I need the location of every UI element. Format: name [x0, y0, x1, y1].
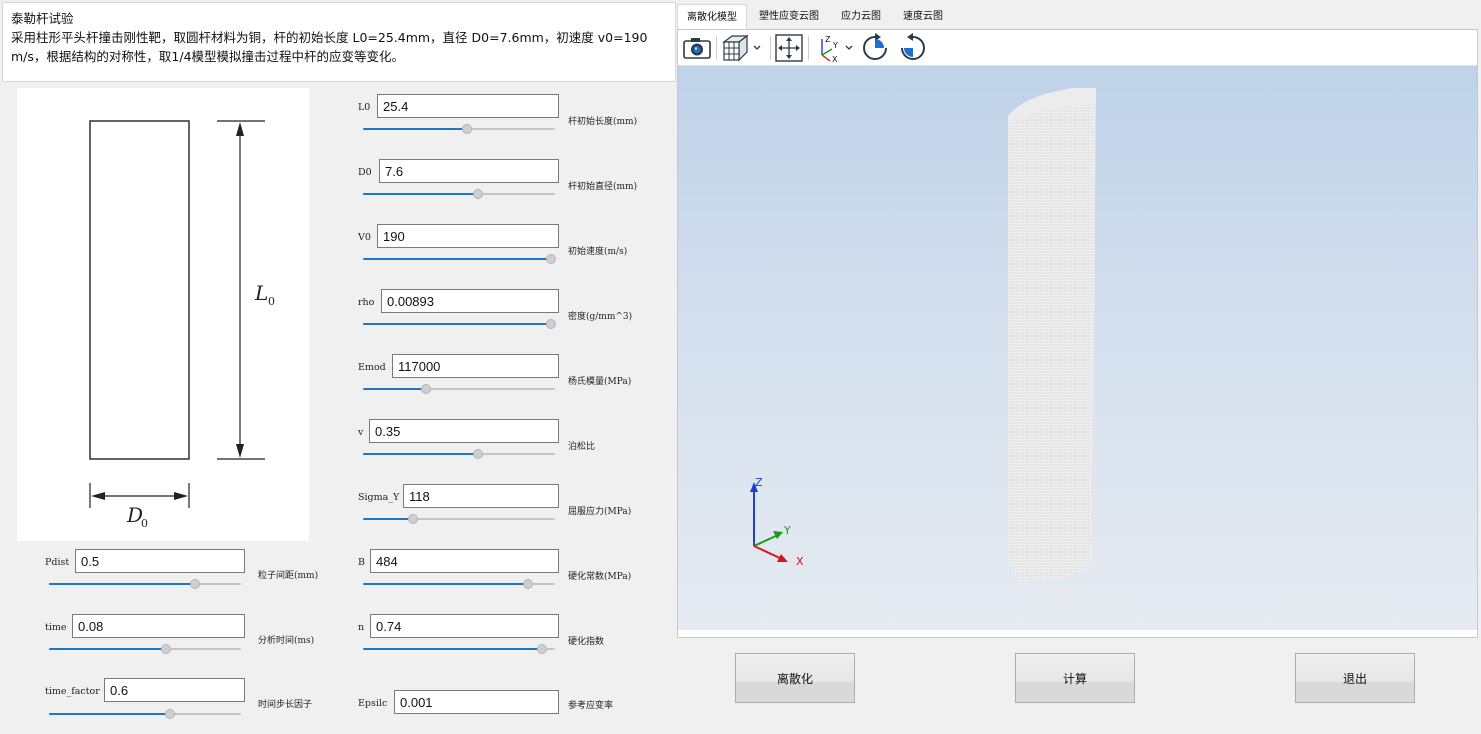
slider-thumb[interactable] — [164, 709, 175, 719]
l0-input[interactable] — [377, 94, 559, 118]
param-desc: 初始速度(m/s) — [568, 247, 628, 257]
svg-text:Y: Y — [832, 41, 838, 50]
slider-thumb[interactable] — [473, 189, 484, 199]
param-desc: 分析时间(ms) — [258, 636, 315, 646]
time-slider[interactable] — [49, 644, 241, 654]
param-desc: 硬化常数(MPa) — [568, 572, 632, 582]
rod-outline — [89, 120, 190, 460]
y-arrow-head — [773, 531, 783, 539]
param-label: D0 — [358, 167, 372, 178]
tab-stress[interactable]: 应力云图 — [831, 4, 891, 29]
time-factor-input[interactable] — [104, 678, 245, 702]
param-label: Emod — [358, 362, 386, 373]
3d-viewer[interactable]: Z Y X Z Y X — [677, 29, 1478, 638]
slider-thumb[interactable] — [546, 254, 557, 264]
param-label: V0 — [358, 232, 371, 243]
fit-view-icon[interactable] — [774, 33, 804, 63]
param-desc: 屈服应力(MPa) — [568, 507, 632, 517]
v0-slider[interactable] — [363, 254, 557, 264]
slider-thumb[interactable] — [189, 579, 200, 589]
description-body: 采用柱形平头杆撞击刚性靶，取圆杆材料为铜，杆的初始长度 L0=25.4mm，直径… — [11, 30, 648, 64]
param-label: rho — [358, 297, 375, 308]
x-axis-label: X — [796, 555, 804, 566]
axes-triad: Z Y X — [750, 476, 804, 566]
slider-thumb[interactable] — [461, 124, 472, 134]
sigma-y-slider[interactable] — [363, 514, 555, 524]
rod-schematic-drawing: L 0 D 0 — [89, 120, 275, 530]
poisson-input[interactable] — [369, 419, 559, 443]
b-slider[interactable] — [363, 579, 555, 589]
slider-thumb[interactable] — [536, 644, 547, 654]
tab-velocity[interactable]: 速度云图 — [893, 4, 953, 29]
camera-icon[interactable] — [682, 33, 712, 63]
z-axis-label: Z — [755, 476, 763, 489]
epsilc-input[interactable] — [394, 690, 559, 714]
pdist-slider[interactable] — [49, 579, 241, 589]
param-label: Pdist — [45, 557, 70, 568]
axes-orientation-icon[interactable]: Z Y X — [812, 33, 856, 64]
y-axis-label: Y — [783, 524, 791, 537]
param-label: time — [45, 622, 67, 633]
length-sub: 0 — [268, 295, 275, 308]
l0-slider[interactable] — [363, 124, 555, 134]
viewer-toolbar: Z Y X — [678, 30, 1477, 66]
param-label: time_factor — [45, 686, 100, 697]
compute-button[interactable]: 计算 — [1015, 653, 1135, 703]
v0-input[interactable] — [377, 224, 559, 248]
sigma-y-input[interactable] — [403, 484, 559, 508]
slider-thumb[interactable] — [523, 579, 534, 589]
rho-input[interactable] — [381, 289, 559, 313]
rho-slider[interactable] — [363, 319, 557, 329]
description-panel: 泰勒杆试验 采用柱形平头杆撞击刚性靶，取圆杆材料为铜，杆的初始长度 L0=25.… — [2, 2, 676, 82]
param-label: Epsilc — [358, 698, 388, 709]
emod-slider[interactable] — [363, 384, 555, 394]
3d-scene[interactable]: Z Y X — [678, 66, 1477, 630]
x-axis — [753, 545, 783, 560]
param-label: Sigma_Y — [358, 492, 400, 503]
svg-text:Z: Z — [825, 35, 831, 44]
y-axis — [753, 534, 779, 547]
tab-discretized-model[interactable]: 离散化模型 — [677, 4, 747, 29]
param-label: v — [358, 427, 364, 438]
slider-thumb[interactable] — [421, 384, 432, 394]
slider-thumb[interactable] — [473, 449, 484, 459]
time-input[interactable] — [72, 614, 245, 638]
slider-thumb[interactable] — [407, 514, 418, 524]
emod-input[interactable] — [392, 354, 559, 378]
b-input[interactable] — [370, 549, 559, 573]
param-desc: 杆初始直径(mm) — [568, 182, 638, 192]
description-title: 泰勒杆试验 — [11, 11, 74, 26]
view-cube-icon[interactable] — [720, 33, 764, 63]
poisson-slider[interactable] — [363, 449, 555, 459]
n-input[interactable] — [370, 614, 559, 638]
param-desc: 参考应变率 — [568, 701, 614, 711]
param-desc: 硬化指数 — [568, 637, 605, 647]
length-label: L — [254, 281, 268, 305]
diameter-sub: 0 — [141, 517, 148, 530]
pdist-input[interactable] — [75, 549, 245, 573]
rotate-cw-icon[interactable] — [860, 33, 890, 63]
param-desc: 杨氏模量(MPa) — [568, 377, 632, 387]
n-slider[interactable] — [363, 644, 555, 654]
slider-thumb[interactable] — [546, 319, 557, 329]
d0-input[interactable] — [379, 159, 559, 183]
exit-button[interactable]: 退出 — [1295, 653, 1415, 703]
param-label: n — [358, 622, 365, 633]
d0-slider[interactable] — [363, 189, 555, 199]
param-label: L0 — [358, 102, 371, 113]
rod-schematic: L 0 D 0 — [17, 88, 309, 541]
svg-text:X: X — [832, 55, 838, 63]
param-desc: 粒子间距(mm) — [258, 571, 319, 581]
param-desc: 杆初始长度(mm) — [568, 117, 638, 127]
param-desc: 泊松比 — [568, 442, 596, 452]
tab-plastic-strain[interactable]: 塑性应变云图 — [749, 4, 829, 29]
param-label: B — [358, 557, 365, 568]
slider-thumb[interactable] — [161, 644, 172, 654]
param-desc: 密度(g/mm^3) — [568, 312, 633, 322]
param-desc: 时间步长因子 — [258, 700, 313, 710]
time-factor-slider[interactable] — [49, 709, 241, 719]
rotate-ccw-icon[interactable] — [898, 33, 928, 63]
discretize-button[interactable]: 离散化 — [735, 653, 855, 703]
